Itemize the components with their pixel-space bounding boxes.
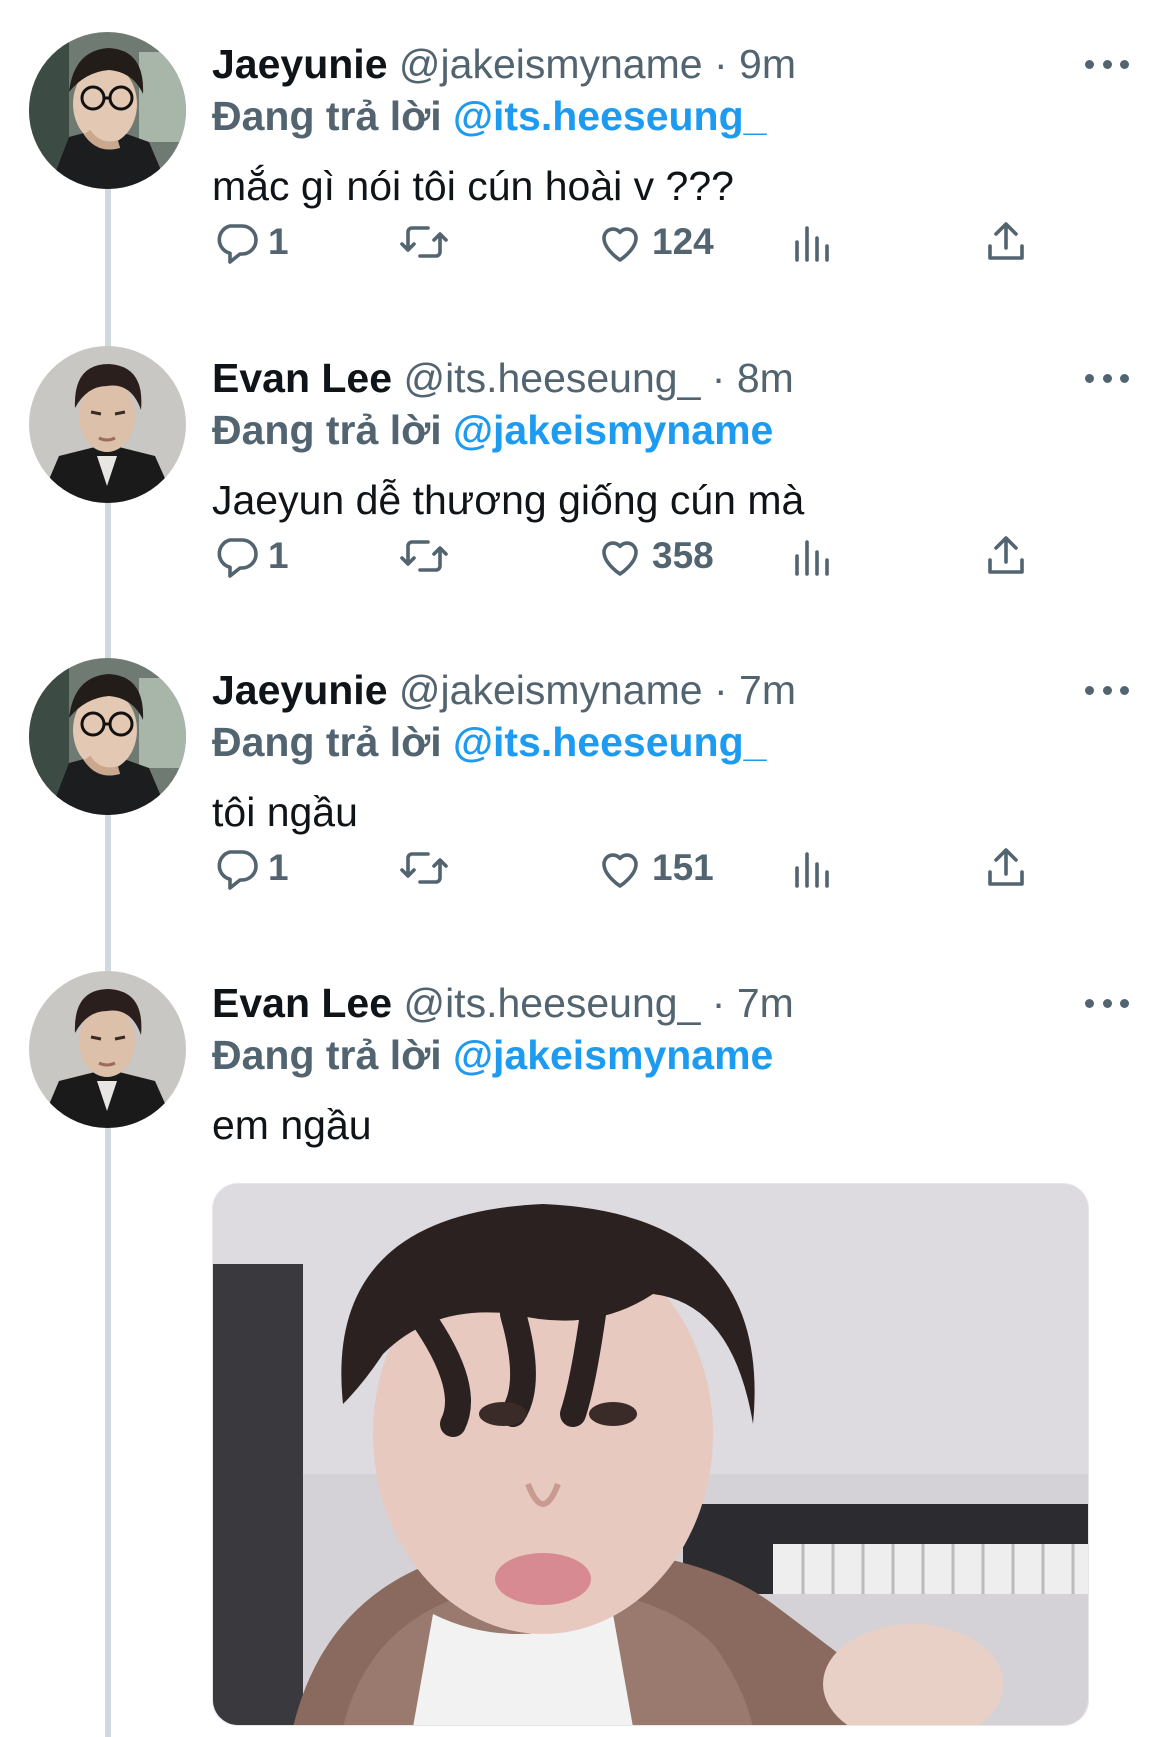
share-icon <box>988 536 1024 574</box>
display-name[interactable]: Jaeyunie <box>212 667 388 713</box>
tweet-text: Jaeyun dễ thương giống cún mà <box>212 477 805 523</box>
reply-count: 1 <box>268 847 289 888</box>
reply-icon <box>217 850 258 890</box>
share-icon <box>988 848 1024 886</box>
mention-link[interactable]: @its.heeseung_ <box>453 93 766 139</box>
like-count: 124 <box>652 221 714 262</box>
mention-link[interactable]: @its.heeseung_ <box>453 719 766 765</box>
like-count: 358 <box>652 535 714 576</box>
timestamp[interactable]: · 8m <box>712 355 794 401</box>
tweet-media-image[interactable] <box>212 1183 1089 1726</box>
replying-to: Đang trả lời @its.heeseung_ <box>212 90 766 142</box>
views-button[interactable] <box>787 838 835 898</box>
share-button[interactable] <box>982 526 1030 586</box>
share-button[interactable] <box>982 212 1030 272</box>
tweet-actions: 1 358 <box>212 526 1042 586</box>
heart-icon <box>602 541 638 576</box>
views-icon <box>795 852 829 888</box>
more-icon[interactable] <box>1085 983 1129 1023</box>
reply-count: 1 <box>268 221 289 262</box>
views-icon <box>795 226 829 262</box>
tweet-header: Jaeyunie @jakeismyname · 9m <box>212 38 796 90</box>
display-name[interactable]: Evan Lee <box>212 980 392 1026</box>
tweet-text: mắc gì nói tôi cún hoài v ??? <box>212 163 734 209</box>
share-button[interactable] <box>982 838 1030 898</box>
heart-icon <box>602 227 638 262</box>
reply-button[interactable]: 1 <box>212 838 289 898</box>
replying-to-label: Đang trả lời <box>212 1032 442 1078</box>
retweet-icon <box>400 852 448 884</box>
retweet-button[interactable] <box>400 838 448 898</box>
timestamp[interactable]: · 7m <box>714 667 796 713</box>
heart-icon <box>602 853 638 888</box>
mention-link[interactable]: @jakeismyname <box>453 1032 773 1078</box>
retweet-button[interactable] <box>400 526 448 586</box>
views-button[interactable] <box>787 212 835 272</box>
tweet-header: Evan Lee @its.heeseung_ · 7m <box>212 977 794 1029</box>
tweet-text: em ngầu <box>212 1102 372 1148</box>
display-name[interactable]: Jaeyunie <box>212 41 388 87</box>
reply-button[interactable]: 1 <box>212 212 289 272</box>
more-icon[interactable] <box>1085 44 1129 84</box>
avatar[interactable] <box>29 658 186 815</box>
avatar[interactable] <box>29 346 186 503</box>
like-button[interactable]: 358 <box>596 526 714 586</box>
more-icon[interactable] <box>1085 670 1129 710</box>
more-icon[interactable] <box>1085 358 1129 398</box>
tweet-header: Evan Lee @its.heeseung_ · 8m <box>212 352 794 404</box>
replying-to-label: Đang trả lời <box>212 93 442 139</box>
reply-count: 1 <box>268 535 289 576</box>
handle[interactable]: @its.heeseung_ <box>403 980 700 1026</box>
retweet-icon <box>400 226 448 258</box>
views-icon <box>795 540 829 576</box>
handle[interactable]: @jakeismyname <box>399 41 703 87</box>
share-icon <box>988 222 1024 260</box>
mention-link[interactable]: @jakeismyname <box>453 407 773 453</box>
tweet-text: tôi ngầu <box>212 789 358 835</box>
avatar[interactable] <box>29 971 186 1128</box>
like-count: 151 <box>652 847 714 888</box>
replying-to-label: Đang trả lời <box>212 407 442 453</box>
views-button[interactable] <box>787 526 835 586</box>
like-button[interactable]: 151 <box>596 838 714 898</box>
reply-button[interactable]: 1 <box>212 526 289 586</box>
reply-icon <box>217 538 258 578</box>
conversation-thread: Jaeyunie @jakeismyname · 9m Đang trả lời… <box>0 0 1170 1737</box>
retweet-button[interactable] <box>400 212 448 272</box>
replying-to: Đang trả lời @jakeismyname <box>212 404 773 456</box>
tweet-actions: 1 151 <box>212 838 1042 898</box>
retweet-icon <box>400 540 448 572</box>
tweet-header: Jaeyunie @jakeismyname · 7m <box>212 664 796 716</box>
avatar[interactable] <box>29 32 186 189</box>
replying-to-label: Đang trả lời <box>212 719 442 765</box>
timestamp[interactable]: · 7m <box>712 980 794 1026</box>
display-name[interactable]: Evan Lee <box>212 355 392 401</box>
tweet-actions: 1 124 <box>212 212 1042 272</box>
timestamp[interactable]: · 9m <box>714 41 796 87</box>
handle[interactable]: @jakeismyname <box>399 667 703 713</box>
like-button[interactable]: 124 <box>596 212 714 272</box>
replying-to: Đang trả lời @jakeismyname <box>212 1029 773 1081</box>
reply-icon <box>217 224 258 264</box>
replying-to: Đang trả lời @its.heeseung_ <box>212 716 766 768</box>
handle[interactable]: @its.heeseung_ <box>403 355 700 401</box>
